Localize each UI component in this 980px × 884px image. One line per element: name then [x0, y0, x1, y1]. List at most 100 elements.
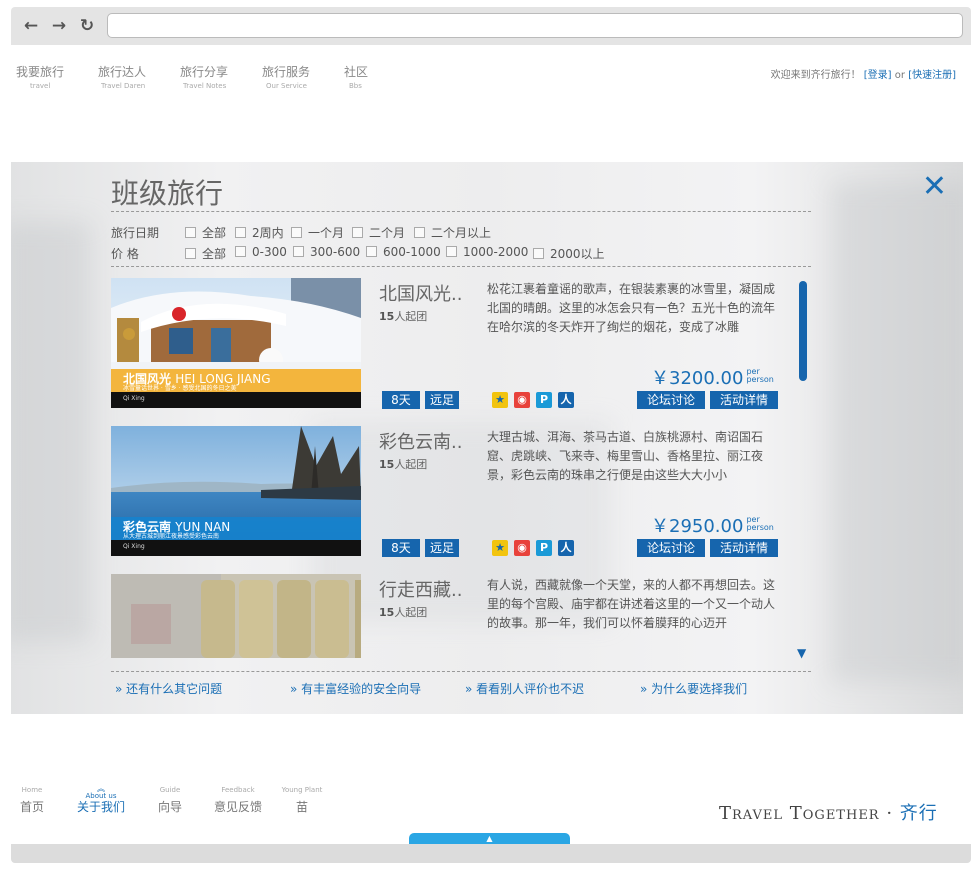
footer-item-home[interactable]: Home 首页 — [20, 786, 44, 815]
close-icon[interactable]: ✕ — [922, 172, 947, 202]
weibo-icon[interactable]: ◉ — [514, 540, 530, 556]
qq-icon[interactable]: P — [536, 540, 552, 556]
photo-footer: Qi Xing — [111, 540, 361, 556]
caret-up-icon: ▲ — [486, 834, 493, 843]
footer-item-feedback[interactable]: Feedback 意见反馈 — [214, 786, 262, 815]
list-item: 北国风光 HEI LONG JIANG 冰雪童话世界 · 雪乡 · 感受北国的冬… — [111, 278, 801, 410]
price-option-1000-2000[interactable]: 1000-2000 — [446, 245, 528, 259]
scroll-down-icon[interactable]: ▼ — [797, 646, 806, 660]
back-icon[interactable]: ← — [21, 16, 41, 36]
trip-name[interactable]: 行走西藏.. — [379, 576, 462, 602]
days-tag[interactable]: 8天 — [382, 539, 420, 557]
address-bar[interactable] — [107, 13, 963, 38]
price: ￥2950.00 per person — [651, 512, 774, 538]
price-unit: per person — [746, 515, 774, 532]
detail-button[interactable]: 活动详情 — [710, 391, 778, 409]
bottom-bar — [11, 844, 971, 863]
qzone-icon[interactable]: ★ — [492, 540, 508, 556]
nav-item-travel-daren[interactable]: 旅行达人 Travel Daren — [98, 63, 168, 90]
reload-icon[interactable]: ↻ — [77, 16, 97, 36]
scrollbar-thumb[interactable] — [799, 281, 807, 381]
login-link[interactable]: [登录] — [864, 70, 892, 81]
forum-button[interactable]: 论坛讨论 — [637, 539, 705, 557]
footer-label: 苗 — [295, 800, 308, 814]
checkbox[interactable] — [352, 227, 363, 238]
nav-item-travel[interactable]: 我要旅行 travel — [16, 63, 86, 90]
option-label: 600-1000 — [383, 245, 441, 259]
days-tag[interactable]: 8天 — [382, 391, 420, 409]
chevron-right-icon: » — [115, 682, 123, 696]
checkbox[interactable] — [235, 246, 246, 257]
register-link[interactable]: [快速注册] — [908, 70, 956, 81]
qzone-icon[interactable]: ★ — [492, 392, 508, 408]
option-label: 2周内 — [252, 226, 284, 240]
trip-photo[interactable]: 北国风光 HEI LONG JIANG 冰雪童话世界 · 雪乡 · 感受北国的冬… — [111, 278, 361, 408]
qq-icon[interactable]: P — [536, 392, 552, 408]
price-option-over-2000[interactable]: 2000以上 — [533, 245, 605, 262]
or-text: or — [894, 70, 905, 81]
class-travel-panel: 班级旅行 ✕ 旅行日期 全部 2周内 一个月 二个月 二个月以上 价 格 全部 … — [11, 162, 963, 714]
date-filter-label: 旅行日期 — [111, 226, 160, 240]
nav-item-our-service[interactable]: 旅行服务 Our Service — [262, 63, 332, 90]
checkbox[interactable] — [235, 227, 246, 238]
nav-item-travel-notes[interactable]: 旅行分享 Travel Notes — [180, 63, 250, 90]
prayer-wheels-image — [111, 574, 361, 658]
renren-icon[interactable]: 人 — [558, 540, 574, 556]
forum-button[interactable]: 论坛讨论 — [637, 391, 705, 409]
option-label: 一个月 — [308, 226, 345, 240]
nav-label: 旅行分享 — [180, 65, 229, 79]
caption-subtitle: 冰雪童话世界 · 雪乡 · 感受北国的冬日之美 — [123, 385, 237, 392]
nav-label: 旅行服务 — [262, 65, 311, 79]
checkbox[interactable] — [185, 227, 196, 238]
faq-link-reviews[interactable]: » 看看别人评价也不迟 — [465, 680, 584, 697]
trip-photo[interactable] — [111, 574, 361, 658]
footer-item-about[interactable]: ︽ About us 关于我们 — [76, 785, 126, 815]
divider — [111, 671, 811, 672]
trip-name[interactable]: 彩色云南.. — [379, 428, 462, 454]
footer-label: 向导 — [157, 800, 182, 814]
date-option-2months[interactable]: 二个月 — [352, 224, 405, 241]
footer-sublabel: Home — [21, 786, 43, 794]
date-option-2weeks[interactable]: 2周内 — [235, 224, 284, 241]
price-option-all[interactable]: 全部 — [185, 245, 226, 262]
price-amount: ￥2950.00 — [651, 516, 744, 537]
date-option-1month[interactable]: 一个月 — [291, 224, 344, 241]
forward-icon[interactable]: → — [49, 16, 69, 36]
renren-icon[interactable]: 人 — [558, 392, 574, 408]
list-item: 彩色云南 YUN NAN 从大理古城到丽江夜景感受彩色云南 Qi Xing 彩色… — [111, 426, 801, 558]
price-option-300-600[interactable]: 300-600 — [293, 245, 360, 259]
faq-link-why-us[interactable]: » 为什么要选择我们 — [640, 680, 747, 697]
nav-item-bbs[interactable]: 社区 Bbs — [344, 63, 414, 90]
checkbox[interactable] — [414, 227, 425, 238]
faq-link-guide[interactable]: » 有丰富经验的安全向导 — [290, 680, 421, 697]
footer-item-young-plant[interactable]: Young Plant 苗 — [281, 786, 323, 815]
type-tag[interactable]: 远足 — [425, 539, 459, 557]
checkbox[interactable] — [293, 246, 304, 257]
trip-name[interactable]: 北国风光.. — [379, 280, 462, 306]
weibo-icon[interactable]: ◉ — [514, 392, 530, 408]
checkbox[interactable] — [291, 227, 302, 238]
photo-footer: Qi Xing — [111, 392, 361, 408]
trip-photo[interactable]: 彩色云南 YUN NAN 从大理古城到丽江夜景感受彩色云南 Qi Xing — [111, 426, 361, 556]
faq-link-questions[interactable]: » 还有什么其它问题 — [115, 680, 222, 697]
footer-item-guide[interactable]: Guide 向导 — [157, 786, 183, 815]
date-option-over-2months[interactable]: 二个月以上 — [414, 224, 491, 241]
nav-sublabel: travel — [30, 82, 51, 90]
checkbox[interactable] — [533, 248, 544, 259]
checkbox[interactable] — [366, 246, 377, 257]
detail-button[interactable]: 活动详情 — [710, 539, 778, 557]
type-tag[interactable]: 远足 — [425, 391, 459, 409]
price-option-0-300[interactable]: 0-300 — [235, 245, 287, 259]
option-label: 二个月 — [369, 226, 406, 240]
checkbox[interactable] — [185, 248, 196, 259]
price-option-600-1000[interactable]: 600-1000 — [366, 245, 441, 259]
trip-description: 大理古城、洱海、茶马古道、白族桃源村、南诏国石窟、虎跳峡、飞来寺、梅里雪山、香格… — [487, 430, 764, 482]
checkbox[interactable] — [446, 246, 457, 257]
date-option-all[interactable]: 全部 — [185, 224, 226, 241]
trip-description: 有人说，西藏就像一个天堂，来的人都不再想回去。这里的每个宫殿、庙宇都在讲述着这里… — [487, 578, 776, 630]
background-blur — [831, 182, 963, 682]
price-filter-label: 价 格 — [111, 247, 139, 261]
footer-label: 首页 — [20, 800, 45, 814]
brand-chinese: 齐行 — [899, 803, 938, 824]
footer-sublabel: Guide — [159, 786, 181, 794]
